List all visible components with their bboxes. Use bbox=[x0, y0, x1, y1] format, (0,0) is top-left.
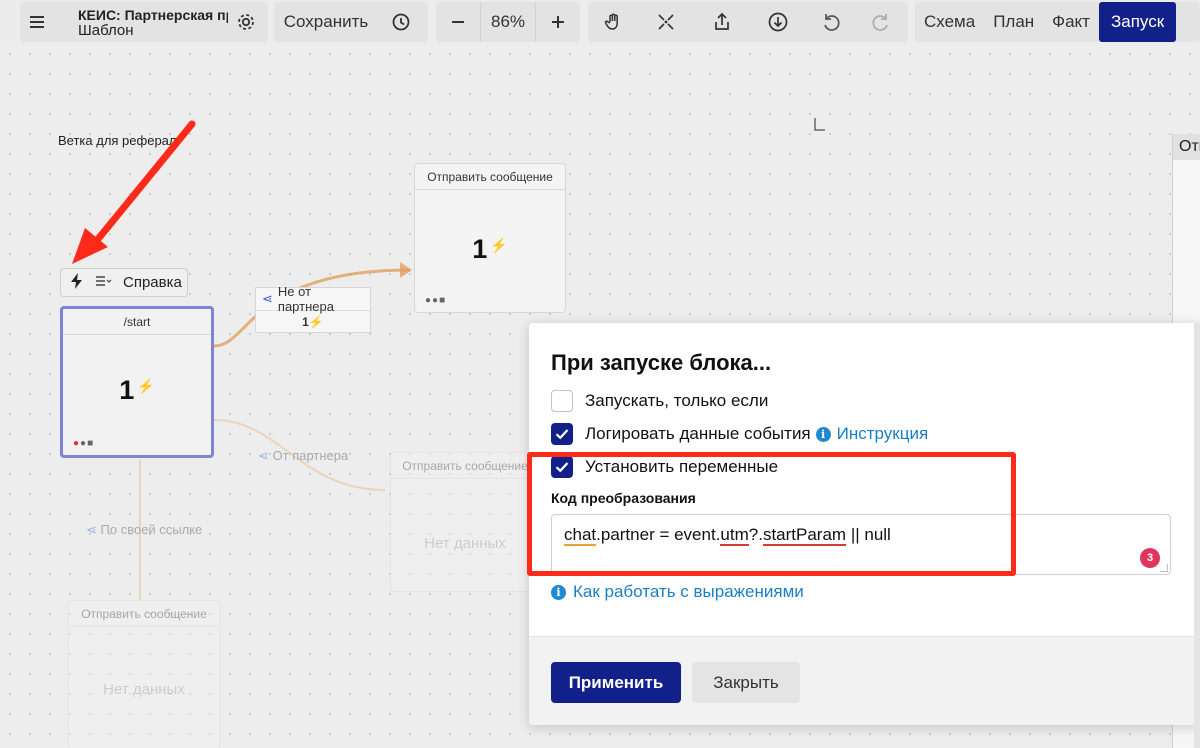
info-icon: i bbox=[551, 584, 566, 600]
option-run-only-if[interactable]: Запускать, только если bbox=[551, 389, 768, 413]
option-label: Логировать данные события bbox=[585, 424, 811, 443]
option-log-event[interactable]: Логировать данные события i Инструкция bbox=[551, 422, 928, 446]
checkbox[interactable] bbox=[551, 390, 573, 412]
instruction-link[interactable]: Инструкция bbox=[837, 424, 929, 444]
error-count-badge[interactable]: 3 bbox=[1140, 548, 1160, 568]
info-icon: i bbox=[815, 426, 831, 442]
expressions-help-link[interactable]: Как работать с выражениями bbox=[573, 582, 804, 602]
option-label: Запускать, только если bbox=[585, 391, 769, 410]
close-button[interactable]: Закрыть bbox=[692, 662, 800, 703]
annotation-highlight bbox=[527, 452, 1016, 576]
apply-button[interactable]: Применить bbox=[551, 662, 681, 703]
resize-handle[interactable] bbox=[1160, 564, 1168, 572]
expressions-help[interactable]: i Как работать с выражениями bbox=[551, 582, 804, 602]
scroll-strip bbox=[1194, 323, 1200, 748]
dialog-footer: Применить Закрыть bbox=[529, 636, 1200, 725]
dialog-title: При запуске блока... bbox=[551, 350, 772, 375]
checkbox[interactable] bbox=[551, 423, 573, 445]
